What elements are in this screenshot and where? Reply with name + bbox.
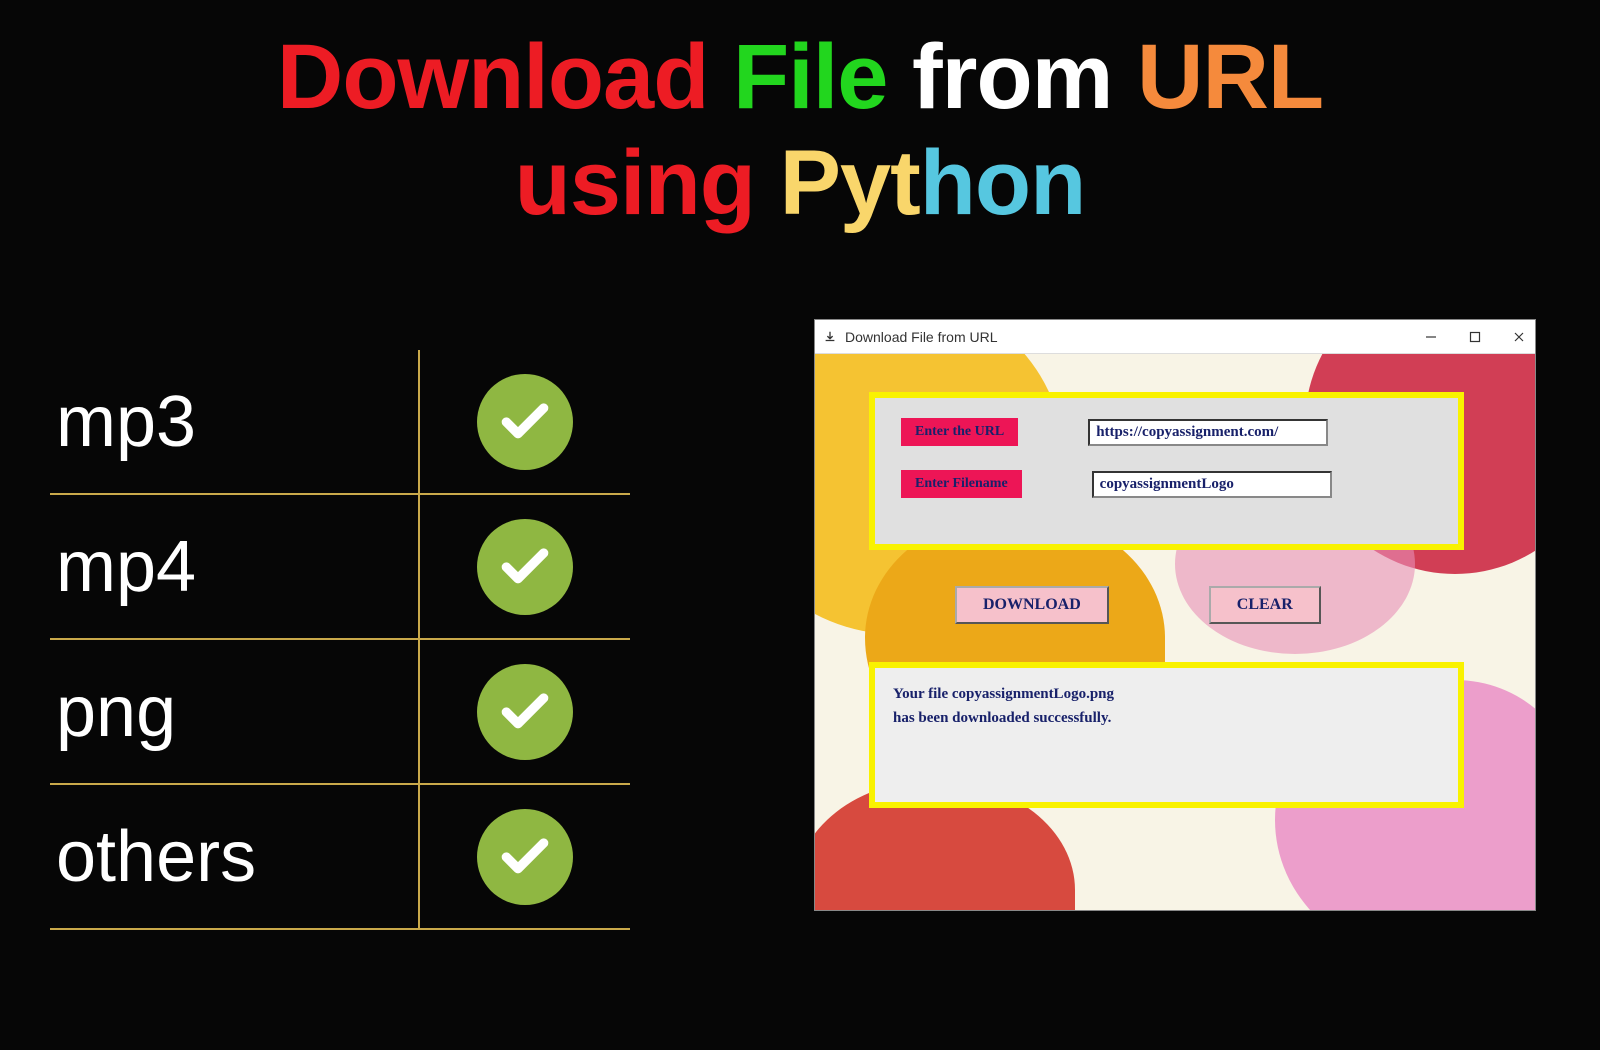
maximize-button[interactable] [1467,329,1483,345]
table-row: png [50,640,630,785]
app-window: Download File from URL Enter the URL [815,320,1535,910]
filename-input[interactable] [1092,471,1332,498]
clear-button[interactable]: CLEAR [1209,586,1321,624]
title-word-using: using [515,132,755,234]
filename-label: Enter Filename [901,470,1022,498]
download-button[interactable]: DOWNLOAD [955,586,1109,624]
title-word-download: Download [277,26,709,128]
main-heading: Download File from URL using Python [0,0,1600,237]
filetype-status [420,519,630,615]
app-icon [823,330,837,344]
checkmark-icon [477,809,573,905]
button-row: DOWNLOAD CLEAR [955,586,1321,624]
url-label: Enter the URL [901,418,1018,446]
title-word-url: URL [1137,26,1323,128]
checkmark-icon [477,664,573,760]
url-input[interactable] [1088,419,1328,446]
filetype-status [420,664,630,760]
table-row: mp3 [50,350,630,495]
filetype-status [420,809,630,905]
title-word-file: File [733,26,887,128]
app-body: Enter the URL Enter Filename DOWNLOAD CL… [815,354,1535,910]
filetype-label: mp4 [50,495,420,638]
filetype-status [420,374,630,470]
table-row: mp4 [50,495,630,640]
filetype-label: others [50,785,420,928]
window-title: Download File from URL [845,329,998,345]
minimize-button[interactable] [1423,329,1439,345]
table-row: others [50,785,630,930]
checkmark-icon [477,374,573,470]
filetype-table: mp3 mp4 png others [50,350,630,930]
status-frame: Your file copyassignmentLogo.png has bee… [869,662,1464,808]
filetype-label: mp3 [50,350,420,493]
title-word-python: Python [780,132,1086,234]
close-button[interactable] [1511,329,1527,345]
title-word-from: from [912,26,1112,128]
window-titlebar: Download File from URL [815,320,1535,354]
status-line: Your file copyassignmentLogo.png [893,682,1440,706]
filetype-label: png [50,640,420,783]
checkmark-icon [477,519,573,615]
status-line: has been downloaded successfully. [893,706,1440,730]
input-frame: Enter the URL Enter Filename [869,392,1464,550]
